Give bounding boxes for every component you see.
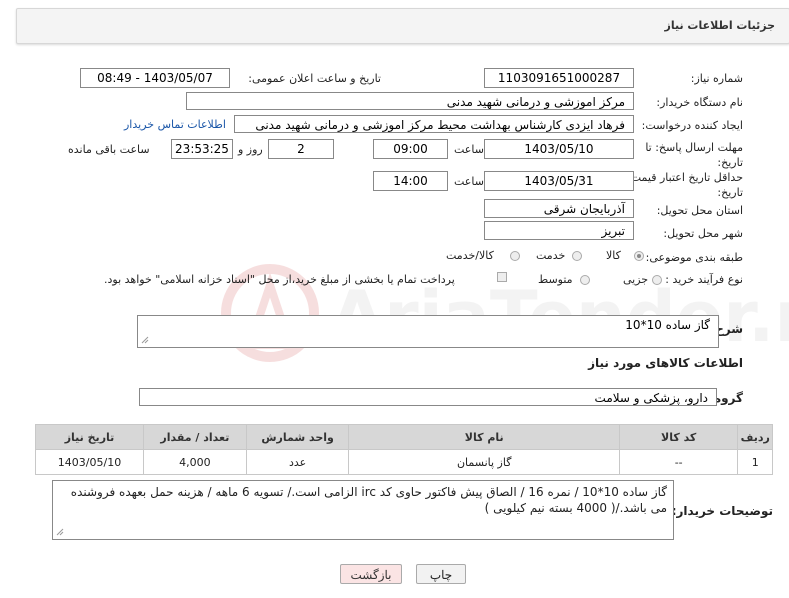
buyer-org-value: مرکز اموزشی و درمانی شهید مدنی (186, 92, 634, 110)
print-button[interactable]: چاپ (416, 564, 466, 584)
col-header-date: تاریخ نیاز (34, 424, 145, 450)
reply-deadline-label-line1: مهلت ارسال پاسخ: تا (645, 141, 743, 154)
process-radio-medium[interactable] (580, 275, 590, 285)
process-option-medium: متوسط (538, 273, 573, 286)
resize-grip-icon[interactable] (56, 528, 64, 536)
buyer-contact-link[interactable]: اطلاعات تماس خریدار (124, 118, 226, 131)
category-option-service: خدمت (536, 249, 566, 262)
cell-date: 1403/05/10 (34, 449, 145, 475)
reply-deadline-days-label: روز و (238, 143, 263, 156)
reply-deadline-days: 2 (268, 139, 334, 159)
cell-qty: 4,000 (143, 449, 247, 475)
reply-deadline-date: 1403/05/10 (484, 139, 634, 159)
category-radio-service[interactable] (572, 251, 582, 261)
goods-section-title: اطلاعات کالاهای مورد نیاز (588, 356, 743, 370)
reply-deadline-label-line2: تاریخ: (717, 156, 743, 169)
col-header-qty: تعداد / مقدار (143, 424, 247, 450)
city-label: شهر محل تحویل: (663, 227, 743, 240)
reply-deadline-remaining: 23:53:25 (171, 139, 233, 159)
goods-table: ردیف کد کالا نام کالا واحد شمارش تعداد /… (34, 424, 773, 475)
requester-value: فرهاد ایزدی کارشناس بهداشت محیط مرکز امو… (234, 115, 634, 133)
announce-datetime-value: 1403/05/07 - 08:49 (80, 68, 230, 88)
price-validity-time: 14:00 (373, 171, 448, 191)
process-radio-minor[interactable] (652, 275, 662, 285)
category-option-goods: کالا (606, 249, 621, 262)
goods-group-value: دارو، پزشکی و سلامت (139, 388, 717, 406)
page-title: جزئیات اطلاعات نیاز (664, 19, 776, 32)
need-number-label: شماره نیاز: (690, 72, 743, 85)
reply-deadline-time: 09:00 (373, 139, 448, 159)
price-validity-date: 1403/05/31 (484, 171, 634, 191)
summary-value: گاز ساده 10*10 (137, 315, 719, 348)
treasury-payment-note: پرداخت تمام یا بخشی از مبلغ خرید،از محل … (104, 273, 455, 286)
col-header-name: نام کالا (348, 424, 620, 450)
announce-datetime-label: تاریخ و ساعت اعلان عمومی: (248, 72, 381, 85)
col-header-unit: واحد شمارش (245, 424, 350, 450)
category-radio-goods[interactable] (634, 251, 644, 261)
category-option-goods-service: کالا/خدمت (446, 249, 494, 262)
table-row: 1 -- گاز پانسمان عدد 4,000 1403/05/10 (34, 449, 773, 475)
goods-table-header: ردیف کد کالا نام کالا واحد شمارش تعداد /… (34, 424, 773, 450)
category-radio-goods-service[interactable] (510, 251, 520, 261)
price-validity-time-label: ساعت (454, 175, 484, 188)
back-button[interactable]: بازگشت (340, 564, 402, 584)
reply-deadline-remaining-label: ساعت باقی مانده (68, 143, 150, 156)
process-option-minor: جزیی (623, 273, 649, 286)
cell-unit: عدد (245, 449, 350, 475)
col-header-code: کد کالا (618, 424, 739, 450)
page-header: جزئیات اطلاعات نیاز (16, 8, 789, 44)
treasury-payment-checkbox[interactable] (497, 272, 507, 282)
summary-text: گاز ساده 10*10 (625, 318, 710, 332)
cell-row: 1 (737, 449, 773, 475)
buyer-org-label: نام دستگاه خریدار: (656, 96, 743, 109)
buyer-notes-value: گاز ساده 10*10 / نمره 16 / الصاق پیش فاک… (52, 480, 674, 540)
category-label: طبقه بندی موضوعی: (645, 251, 743, 264)
city-value: تبریز (484, 221, 634, 240)
reply-deadline-label: مهلت ارسال پاسخ: تا تاریخ: (623, 140, 743, 170)
cell-name: گاز پانسمان (348, 449, 620, 475)
requester-label: ایجاد کننده درخواست: (641, 119, 743, 132)
need-number-value: 1103091651000287 (484, 68, 634, 88)
buyer-notes-text: گاز ساده 10*10 / نمره 16 / الصاق پیش فاک… (70, 485, 667, 515)
province-value: آذربایجان شرقی (484, 199, 634, 218)
process-type-label: نوع فرآیند خرید : (665, 273, 743, 286)
reply-deadline-time-label: ساعت (454, 143, 484, 156)
buyer-notes-label: توضیحات خریدار: (671, 504, 773, 518)
resize-grip-icon[interactable] (141, 336, 149, 344)
province-label: استان محل تحویل: (656, 204, 743, 217)
col-header-row: ردیف (737, 424, 773, 450)
cell-code: -- (618, 449, 739, 475)
